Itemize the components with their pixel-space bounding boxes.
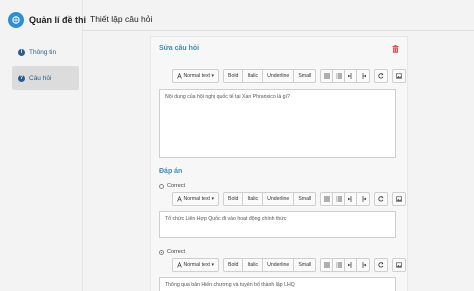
answer-editor-2[interactable]: Thông qua bản Hiến chương và tuyên bố th…: [159, 277, 396, 291]
format-label: Normal text: [183, 262, 210, 268]
font-icon: [177, 73, 182, 79]
answer-correct-radio-1[interactable]: Correct: [159, 183, 185, 189]
answers-heading: Đáp án: [159, 168, 183, 175]
outdent-icon: [347, 196, 352, 202]
link-button[interactable]: [375, 70, 387, 82]
bullet-list-icon: [323, 73, 330, 79]
outdent-button[interactable]: [345, 70, 358, 82]
numbered-list-button[interactable]: [333, 193, 346, 205]
question-editor[interactable]: Nội dung của hội nghị quốc tế tại Xan Ph…: [159, 89, 396, 158]
indent-button[interactable]: [357, 70, 369, 82]
link-icon: [378, 262, 384, 268]
indent-icon: [362, 196, 367, 202]
numbered-list-button[interactable]: [333, 259, 346, 271]
divider: [83, 30, 474, 31]
bullet-list-icon: [323, 196, 330, 202]
italic-button[interactable]: Italic: [243, 193, 264, 205]
image-button[interactable]: [393, 259, 405, 271]
help-icon: ?: [18, 74, 25, 82]
chevron-down-icon: ▾: [211, 262, 215, 268]
underline-button[interactable]: Underline: [263, 70, 295, 82]
image-button[interactable]: [393, 70, 405, 82]
editor-toolbar: Normal text ▾ Bold Italic Underline Smal…: [172, 68, 410, 84]
image-icon: [396, 262, 403, 268]
format-label: Normal text: [183, 196, 210, 202]
outdent-icon: [347, 73, 352, 79]
correct-label: Correct: [167, 183, 186, 189]
sidebar-item-info[interactable]: i Thông tin: [12, 40, 79, 64]
format-dropdown[interactable]: Normal text ▾: [173, 259, 218, 271]
editor-toolbar: Normal text ▾ Bold Italic Underline Smal…: [172, 191, 410, 207]
edit-question-heading: Sửa câu hỏi: [159, 45, 200, 52]
sidebar-item-questions[interactable]: ? Câu hỏi: [12, 66, 79, 90]
small-button[interactable]: Small: [294, 193, 315, 205]
sidebar-nav: i Thông tin ? Câu hỏi: [12, 40, 79, 92]
app-logo-icon: [8, 12, 24, 28]
answer-editor-1[interactable]: Tổ chức Liên Hợp Quốc đi vào hoạt động c…: [159, 211, 396, 238]
sidebar-item-label: Câu hỏi: [29, 74, 52, 82]
underline-button[interactable]: Underline: [263, 259, 295, 271]
bold-button[interactable]: Bold: [224, 70, 244, 82]
numbered-list-icon: [335, 262, 342, 268]
editor-toolbar: Normal text ▾ Bold Italic Underline Smal…: [172, 257, 410, 273]
indent-icon: [362, 262, 367, 268]
link-button[interactable]: [375, 193, 387, 205]
indent-icon: [362, 73, 367, 79]
font-icon: [177, 196, 182, 202]
image-button[interactable]: [393, 193, 405, 205]
chevron-down-icon: ▾: [211, 196, 215, 202]
answer-correct-radio-2[interactable]: Correct: [159, 249, 185, 255]
format-dropdown[interactable]: Normal text ▾: [173, 70, 218, 82]
numbered-list-button[interactable]: [333, 70, 346, 82]
chevron-down-icon: ▾: [211, 73, 215, 79]
app-title: Quản lí đề thi: [29, 15, 87, 25]
bullet-list-icon: [323, 262, 330, 268]
indent-button[interactable]: [357, 193, 369, 205]
font-icon: [177, 262, 182, 268]
info-icon: i: [18, 48, 25, 56]
trash-icon[interactable]: [392, 45, 399, 53]
outdent-button[interactable]: [345, 259, 358, 271]
outdent-icon: [347, 262, 352, 268]
bullet-list-button[interactable]: [321, 259, 334, 271]
link-icon: [378, 196, 384, 202]
bullet-list-button[interactable]: [321, 70, 334, 82]
brand[interactable]: Quản lí đề thi: [8, 10, 86, 30]
outdent-button[interactable]: [345, 193, 358, 205]
format-label: Normal text: [183, 73, 210, 79]
italic-button[interactable]: Italic: [243, 259, 264, 271]
format-dropdown[interactable]: Normal text ▾: [173, 193, 218, 205]
image-icon: [396, 73, 403, 79]
small-button[interactable]: Small: [294, 70, 315, 82]
italic-button[interactable]: Italic: [243, 70, 264, 82]
bold-button[interactable]: Bold: [224, 193, 244, 205]
page-title: Thiết lập câu hỏi: [90, 14, 153, 24]
bullet-list-button[interactable]: [321, 193, 334, 205]
link-icon: [378, 73, 384, 79]
sidebar: Quản lí đề thi i Thông tin ? Câu hỏi: [0, 0, 86, 291]
small-button[interactable]: Small: [294, 259, 315, 271]
radio-button[interactable]: [159, 249, 164, 255]
indent-button[interactable]: [357, 259, 369, 271]
numbered-list-icon: [335, 196, 342, 202]
underline-button[interactable]: Underline: [263, 193, 295, 205]
image-icon: [396, 196, 403, 202]
link-button[interactable]: [375, 259, 387, 271]
radio-button[interactable]: [159, 183, 164, 189]
numbered-list-icon: [335, 73, 342, 79]
correct-label: Correct: [167, 249, 186, 255]
bold-button[interactable]: Bold: [224, 259, 244, 271]
sidebar-item-label: Thông tin: [29, 48, 57, 56]
